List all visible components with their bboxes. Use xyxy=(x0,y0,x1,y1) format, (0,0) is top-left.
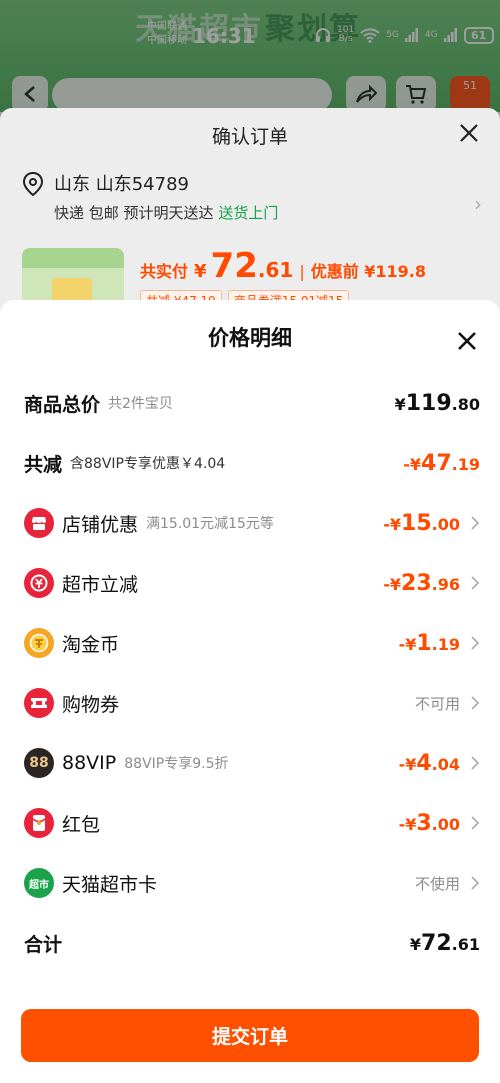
paid-yen: ¥ xyxy=(194,261,207,282)
vip88-icon-text: 88 xyxy=(29,755,49,771)
shipping-text: 快递 包邮 预计明天送达 xyxy=(54,204,214,222)
amount-yen: ¥ xyxy=(394,394,406,414)
chevron-right-icon xyxy=(471,636,480,650)
amount-yen: -¥ xyxy=(398,754,417,774)
row-red-packet[interactable]: 红包 -¥ 3.00 xyxy=(24,803,480,843)
amount-dec: .04 xyxy=(431,754,460,774)
row-amount: ¥72.61 xyxy=(410,931,480,956)
chevron-right-icon xyxy=(471,816,480,830)
amount-int: 3 xyxy=(416,810,432,836)
row-label: 购物券 xyxy=(62,693,120,716)
row-grand-total: 合计 ¥72.61 xyxy=(24,923,480,963)
amount-int: 1 xyxy=(416,630,432,656)
row-sub: 88VIP专享9.5折 xyxy=(124,756,229,772)
row-label: 商品总价 xyxy=(24,393,101,416)
row-shopping-coupon[interactable]: 购物券 不可用 xyxy=(24,683,480,723)
confirm-order-title: 确认订单 xyxy=(211,126,288,148)
amount-int: 4 xyxy=(416,750,432,776)
tao-coin-icon xyxy=(24,628,54,658)
row-sub: 满15.01元减15元等 xyxy=(146,516,274,532)
row-amount: ¥119.80 xyxy=(395,391,480,416)
submit-order-button[interactable]: 提交订单 xyxy=(21,1009,479,1062)
chevron-right-icon xyxy=(471,696,480,710)
vip88-icon: 88 xyxy=(24,748,54,778)
amount-dec: .00 xyxy=(431,514,460,534)
row-amount: -¥ 47.19 xyxy=(403,451,480,476)
row-sub: 含88VIP专享优惠￥4.04 xyxy=(70,456,226,472)
supermarket-discount-icon xyxy=(24,568,54,598)
row-label: 店铺优惠 xyxy=(62,513,139,536)
amount-dec: .61 xyxy=(451,934,480,954)
row-amount: -¥ 1.19 xyxy=(399,631,460,656)
paid-int: 72 xyxy=(210,246,258,286)
paid-label: 共实付 xyxy=(140,262,189,281)
row-shop-discount[interactable]: 店铺优惠 满15.01元减15元等 -¥ 15.00 xyxy=(24,503,480,543)
chevron-right-icon xyxy=(471,576,480,590)
amount-dec: .00 xyxy=(431,814,460,834)
row-label: 红包 xyxy=(62,813,101,836)
row-label: 88VIP xyxy=(62,752,117,774)
amount-int: 15 xyxy=(401,510,432,536)
row-supermarket-discount[interactable]: 超市立减 -¥ 23.96 xyxy=(24,563,480,603)
price-detail-sheet: 价格明细 商品总价 共2件宝贝 ¥119.80 共减 含88VIP专享优惠￥4.… xyxy=(0,300,500,1083)
chevron-right-icon xyxy=(471,516,480,530)
delivery-highlight: 送货上门 xyxy=(218,204,279,222)
row-label: 天猫超市卡 xyxy=(62,873,158,896)
amount-int: 47 xyxy=(421,450,452,476)
row-label: 共减 xyxy=(24,453,63,476)
amount-dec: .19 xyxy=(451,454,480,474)
row-label: 超市立减 xyxy=(62,573,139,596)
row-goods-total: 商品总价 共2件宝贝 ¥119.80 xyxy=(24,383,480,423)
product-thumb-band xyxy=(22,248,124,268)
chevron-right-icon xyxy=(471,756,480,770)
shop-icon xyxy=(24,508,54,538)
address-block[interactable]: 山东 山东54789 快递 包邮 预计明天送达 送货上门 › xyxy=(22,170,482,238)
coupon-icon xyxy=(24,688,54,718)
paid-dec: .61 xyxy=(257,258,294,282)
price-detail-title: 价格明细 xyxy=(208,326,292,350)
amount-yen: ¥ xyxy=(409,934,422,954)
row-total-discount: 共减 含88VIP专享优惠￥4.04 -¥ 47.19 xyxy=(24,443,480,483)
row-label: 淘金币 xyxy=(62,633,120,656)
row-amount: -¥ 3.00 xyxy=(399,811,460,836)
amount-int: 23 xyxy=(401,570,432,596)
amount-yen: -¥ xyxy=(383,574,402,594)
row-sub: 共2件宝贝 xyxy=(108,396,173,412)
amount-dec: .19 xyxy=(431,634,460,654)
chevron-right-icon xyxy=(471,876,480,890)
red-packet-icon xyxy=(24,808,54,838)
price-separator: | xyxy=(299,262,305,281)
amount-yen: -¥ xyxy=(403,454,422,474)
row-amount: -¥ 15.00 xyxy=(383,511,460,536)
card-icon-text: 超市 xyxy=(29,879,49,891)
amount-int: 119 xyxy=(405,390,452,416)
supermarket-card-icon: 超市 xyxy=(24,868,54,898)
order-price-summary: 共实付 ¥ 72 .61 | 优惠前 ¥119.8 xyxy=(140,246,426,286)
address-name: 山东 山东54789 xyxy=(54,174,189,195)
close-icon[interactable] xyxy=(456,330,478,352)
amount-int: 72 xyxy=(421,930,452,956)
chevron-right-icon: › xyxy=(474,192,482,216)
row-88vip[interactable]: 88 88VIP 88VIP专享9.5折 -¥ 4.04 xyxy=(24,743,480,783)
amount-dec: .96 xyxy=(431,574,460,594)
row-amount: -¥ 23.96 xyxy=(383,571,460,596)
close-icon[interactable] xyxy=(458,122,480,144)
amount-yen: -¥ xyxy=(398,634,417,654)
row-status: 不使用 xyxy=(414,874,460,893)
row-label: 合计 xyxy=(24,933,63,956)
row-tao-coin[interactable]: 淘金币 -¥ 1.19 xyxy=(24,623,480,663)
shipping-info: 快递 包邮 预计明天送达 送货上门 xyxy=(54,202,278,223)
row-supermarket-card[interactable]: 超市 天猫超市卡 不使用 xyxy=(24,863,480,903)
amount-dec: .80 xyxy=(451,394,480,414)
amount-yen: -¥ xyxy=(398,814,417,834)
row-status: 不可用 xyxy=(414,694,460,713)
price-before-discount: 优惠前 ¥119.8 xyxy=(310,262,427,281)
amount-yen: -¥ xyxy=(383,514,402,534)
row-amount: -¥ 4.04 xyxy=(399,751,460,776)
location-pin-icon xyxy=(22,172,44,196)
